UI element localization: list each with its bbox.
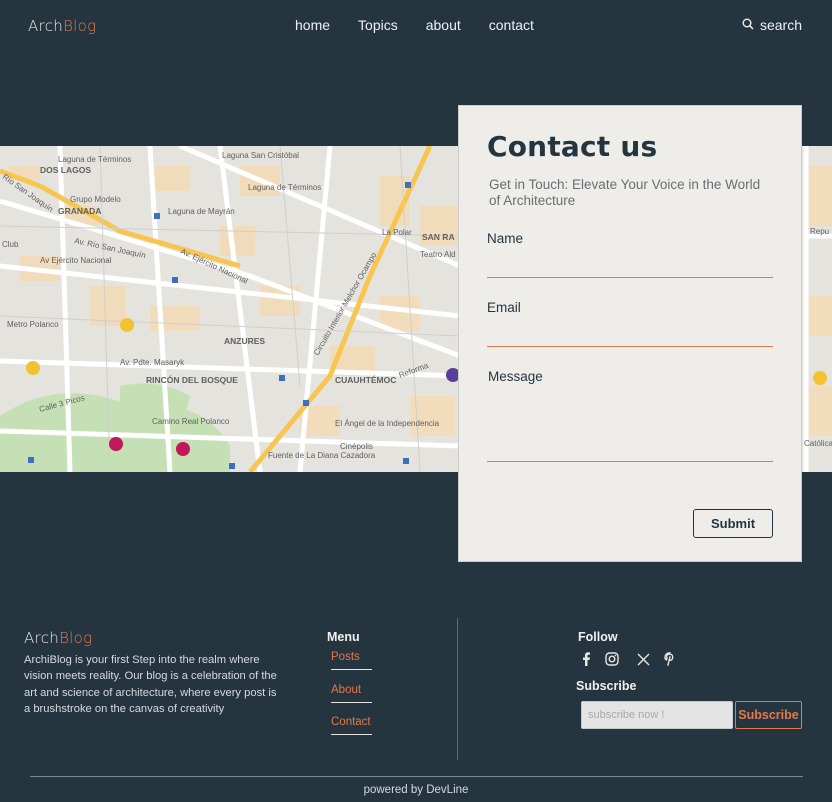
logo-accent-text: Blog: [63, 17, 97, 35]
map-pin-icon: [176, 442, 190, 456]
map-label: GRANADA: [58, 206, 101, 216]
name-field[interactable]: [487, 250, 773, 278]
follow-title: Follow: [578, 630, 618, 644]
map-label: Cinépolis: [340, 442, 373, 451]
map-label: RINCÓN DEL BOSQUE: [146, 374, 238, 385]
subscribe-button[interactable]: Subscribe: [735, 701, 802, 729]
map-label: CUAUHTÉMOC: [335, 375, 396, 385]
main-nav: home Topics about contact: [295, 17, 534, 33]
map-label: El Ángel de la Independencia: [335, 419, 440, 428]
footer-about-text: ArchiBlog is your first Step into the re…: [24, 654, 277, 715]
submit-button[interactable]: Submit: [693, 509, 773, 538]
powered-by-text: powered by DevLine: [363, 784, 469, 796]
contact-title: Contact us: [487, 130, 658, 163]
map-pin-icon: [26, 361, 40, 375]
map-label: Repu: [810, 227, 829, 236]
map-pin-icon: [813, 371, 827, 385]
map-label: Av Ejército Nacional: [40, 256, 112, 265]
site-logo[interactable]: ArchBlog: [28, 17, 96, 35]
map-label: Laguna San Cristóbal: [222, 151, 299, 160]
map-label: Metro Polanco: [7, 320, 59, 329]
map-pin-icon: [109, 437, 123, 451]
search-icon: [742, 17, 754, 33]
map-label: Av. Pdte. Masaryk: [120, 358, 185, 367]
message-label: Message: [488, 369, 543, 384]
email-label: Email: [487, 300, 521, 315]
footer-link-about[interactable]: About: [331, 684, 372, 703]
nav-about[interactable]: about: [426, 17, 461, 33]
map-label: ANZURES: [224, 336, 265, 346]
instagram-icon[interactable]: [605, 652, 619, 666]
footer-link-posts[interactable]: Posts: [331, 651, 372, 670]
footer-menu-title: Menu: [327, 630, 360, 644]
name-label: Name: [487, 231, 524, 246]
map-label: Club: [2, 240, 19, 249]
map-label: Laguna de Mayrán: [168, 207, 235, 216]
x-icon[interactable]: [637, 653, 650, 666]
contact-subtitle: Get in Touch: Elevate Your Voice in the …: [489, 177, 761, 208]
search-label: search: [759, 17, 802, 33]
map-label: SAN RA: [422, 232, 455, 242]
nav-home[interactable]: home: [295, 17, 330, 33]
map-label: Laguna de Términos: [248, 183, 321, 192]
map-pin-icon: [120, 318, 134, 332]
social-links: [581, 652, 676, 666]
map-label: Grupo Modelo: [70, 195, 121, 204]
search-button[interactable]: search: [742, 17, 802, 33]
logo-text: Arch: [24, 629, 60, 647]
map-label: Camino Real Polanco: [152, 417, 230, 426]
footer-bottom-divider: [30, 776, 803, 777]
facebook-icon[interactable]: [581, 652, 591, 666]
map-label: Teatro Ald: [420, 250, 456, 259]
contact-card: Contact us Get in Touch: Elevate Your Vo…: [458, 105, 802, 562]
map-label: DOS LAGOS: [40, 165, 91, 175]
footer-divider: [457, 618, 458, 760]
nav-topics[interactable]: Topics: [358, 17, 398, 33]
pinterest-icon[interactable]: [664, 652, 676, 666]
message-field[interactable]: [487, 388, 773, 462]
subscribe-input[interactable]: [581, 701, 733, 729]
logo-accent-text: Blog: [59, 629, 93, 647]
subscribe-title: Subscribe: [576, 679, 637, 693]
map-label: Laguna de Términos: [58, 155, 131, 164]
footer-link-contact[interactable]: Contact: [331, 716, 372, 735]
nav-contact[interactable]: contact: [489, 17, 534, 33]
logo-text: Arch: [28, 17, 64, 35]
footer-logo[interactable]: ArchBlog: [24, 629, 92, 647]
map-label: La Polar: [382, 228, 412, 237]
map-label: Fuente de La Diana Cazadora: [268, 451, 376, 460]
email-field[interactable]: [487, 319, 773, 347]
map-label: Católica: [804, 439, 832, 448]
